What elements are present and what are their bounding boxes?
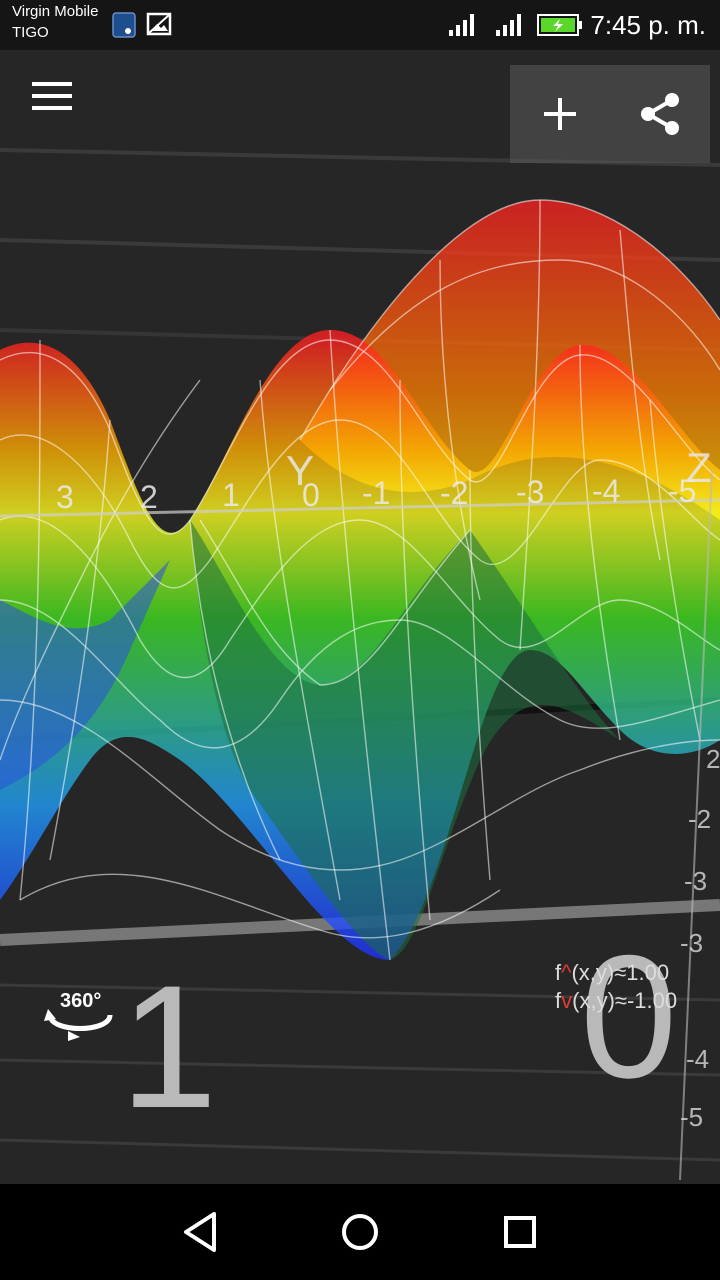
rotate-label: 360° <box>60 990 101 1012</box>
signal-icon <box>496 14 521 36</box>
carrier-primary: Virgin Mobile <box>12 3 99 20</box>
carrier-secondary: TIGO <box>12 24 49 41</box>
y-tick: -2 <box>440 475 468 511</box>
navigation-bar <box>0 1184 720 1280</box>
f-max-readout: f^(x,y)≈1.00 <box>555 960 669 986</box>
battery-charging-icon <box>537 14 582 36</box>
status-bar: Virgin Mobile TIGO 7:45 p. m. <box>0 0 720 50</box>
max-arrow-icon: ^ <box>561 960 572 985</box>
rotate-360-button[interactable]: 360° <box>40 985 120 1045</box>
y-tick: -3 <box>516 474 544 510</box>
rotate-360-icon: 360° <box>44 990 113 1041</box>
menu-button[interactable] <box>22 72 82 122</box>
y-tick: -4 <box>592 473 620 509</box>
back-triangle-icon <box>184 1212 216 1252</box>
counter-left: 1 <box>120 950 218 1145</box>
home-button[interactable] <box>330 1202 390 1262</box>
z-tick: -5 <box>680 1102 703 1132</box>
sim-notification-icon <box>112 12 136 38</box>
z-tick: 2 <box>706 744 720 774</box>
status-time: 7:45 p. m. <box>590 10 706 40</box>
z-tick: -3 <box>684 866 707 896</box>
signal-icon <box>449 14 474 36</box>
y-tick-labels: 3 2 1 0 -1 -2 -3 -4 -5 <box>56 473 696 515</box>
y-tick: -5 <box>668 473 696 509</box>
image-notification-icon <box>146 12 172 36</box>
home-circle-icon <box>342 1214 378 1250</box>
counter-right: 0 <box>580 920 678 1115</box>
toolbar-actions <box>510 65 710 163</box>
y-tick: 2 <box>140 479 158 515</box>
share-icon <box>641 93 679 135</box>
min-arrow-icon: v <box>561 988 573 1013</box>
recents-square-icon <box>504 1216 536 1248</box>
z-tick: -4 <box>686 1044 709 1074</box>
z-tick: -2 <box>688 804 711 834</box>
y-tick: -1 <box>362 475 390 511</box>
z-tick: -3 <box>680 928 703 958</box>
y-tick: 3 <box>56 479 74 515</box>
f-max-value: (x,y)≈1.00 <box>571 960 670 985</box>
add-button[interactable] <box>510 65 610 163</box>
f-min-readout: fv(x,y)≈-1.00 <box>555 988 677 1014</box>
plus-icon <box>544 98 576 130</box>
recents-button[interactable] <box>490 1202 550 1262</box>
share-button[interactable] <box>610 65 710 163</box>
back-button[interactable] <box>170 1202 230 1262</box>
f-min-value: (x,y)≈-1.00 <box>572 988 678 1013</box>
y-tick: 1 <box>222 477 240 513</box>
hamburger-menu-icon <box>32 82 72 110</box>
y-tick: 0 <box>302 477 320 513</box>
